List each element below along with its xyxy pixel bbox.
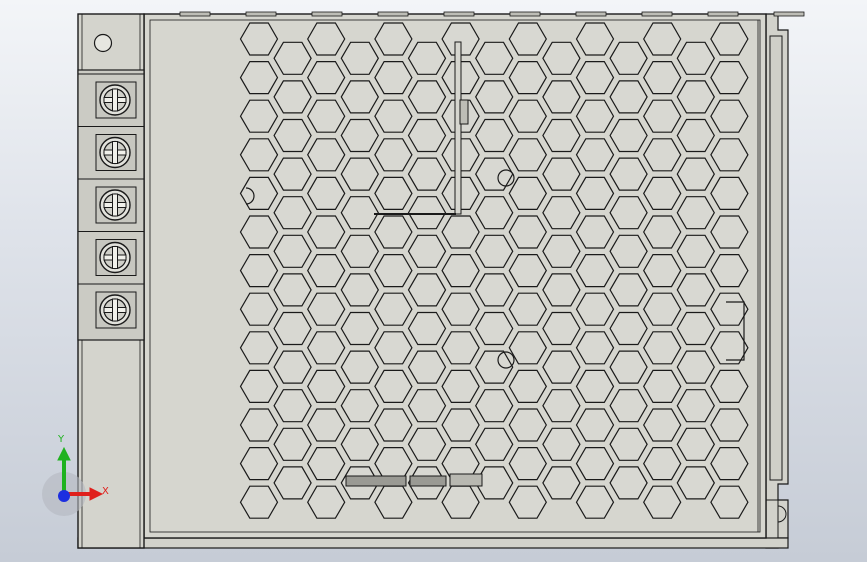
bottom-lip xyxy=(77,537,789,549)
bottom-clip xyxy=(345,475,407,487)
right-rail xyxy=(769,35,783,481)
bottom-clip xyxy=(409,475,447,487)
power-supply-model[interactable] xyxy=(0,0,867,562)
top-notch xyxy=(377,11,409,17)
internal-rib xyxy=(454,41,462,215)
mounting-hole xyxy=(93,33,113,53)
top-notch xyxy=(773,11,805,17)
top-notch xyxy=(179,11,211,17)
top-notch xyxy=(575,11,607,17)
z-axis-dot xyxy=(58,490,70,502)
graphics-viewport[interactable]: Y X xyxy=(0,0,867,562)
top-notch xyxy=(311,11,343,17)
top-notch xyxy=(509,11,541,17)
top-notch xyxy=(707,11,739,17)
top-notch xyxy=(443,11,475,17)
top-notch xyxy=(641,11,673,17)
x-axis-label: X xyxy=(102,486,109,497)
bottom-clip xyxy=(449,473,483,487)
coordinate-triad: Y X xyxy=(40,434,120,516)
top-notch xyxy=(245,11,277,17)
x-axis-arrowhead xyxy=(89,487,104,501)
y-axis-label: Y xyxy=(58,434,65,445)
y-axis-arrowhead xyxy=(57,446,71,461)
